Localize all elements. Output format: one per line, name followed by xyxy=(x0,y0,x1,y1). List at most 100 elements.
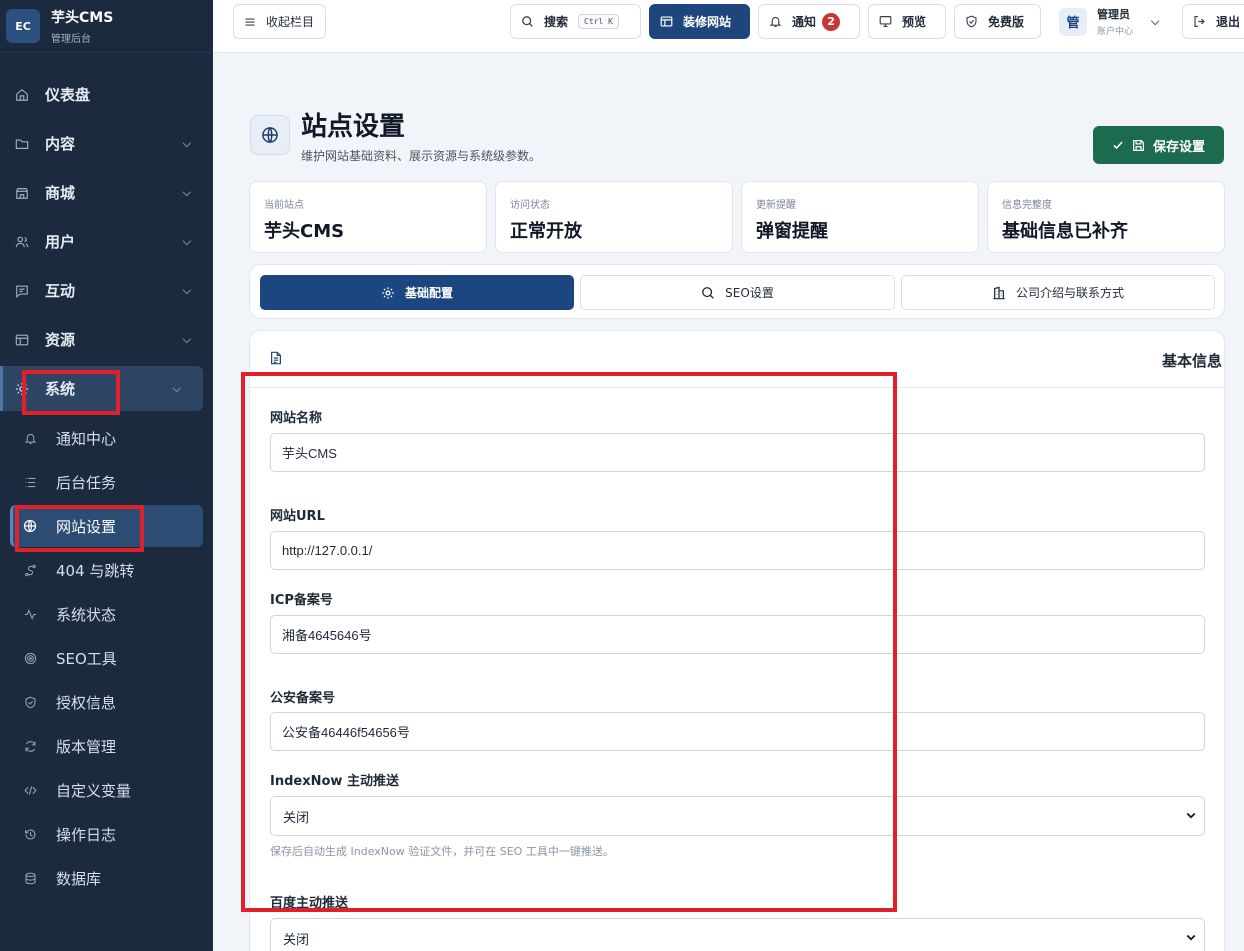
preview-button[interactable]: 预览 xyxy=(868,4,946,39)
monitor-icon xyxy=(879,15,892,28)
save-label: 保存设置 xyxy=(1152,139,1205,155)
stat-value: 弹窗提醒 xyxy=(756,221,828,242)
shield-icon xyxy=(22,694,38,710)
sidebar-item-dashboard[interactable]: 仪表盘 xyxy=(0,72,213,117)
sidebar-subitem-label: 通知中心 xyxy=(56,429,117,448)
target-icon xyxy=(22,650,38,666)
page-description: 维护网站基础资料、展示资源与系统级参数。 xyxy=(301,149,542,163)
site-name-label: 网站名称 xyxy=(270,411,323,426)
activity-icon xyxy=(22,606,38,622)
sidebar-item-label: 互动 xyxy=(45,282,76,300)
sidebar-item-store[interactable]: 商城 ⌵ xyxy=(0,170,213,215)
tab-basic[interactable]: 基础配置 xyxy=(260,275,574,310)
sun-icon xyxy=(13,380,31,398)
site-name-input[interactable] xyxy=(270,433,1205,472)
save-settings-button[interactable]: 保存设置 xyxy=(1093,126,1224,164)
brand-subtitle: 管理后台 xyxy=(51,34,91,45)
edition-label: 免费版 xyxy=(988,15,1025,29)
sidebar-item-system[interactable]: 系统 ⌵ xyxy=(0,366,203,411)
sidebar-item-label: 仪表盘 xyxy=(45,86,91,104)
baidu-push-label: 百度主动推送 xyxy=(270,896,349,911)
sidebar-item-label: 用户 xyxy=(45,233,76,251)
chevron-down-icon xyxy=(1185,809,1197,821)
decorate-site-button[interactable]: 装修网站 xyxy=(649,4,750,39)
edition-button[interactable]: 免费版 xyxy=(954,4,1041,39)
search-icon xyxy=(701,286,715,300)
sidebar-subitem-label: 自定义变量 xyxy=(56,781,132,800)
search-icon xyxy=(521,15,534,28)
chevron-down-icon: ⌵ xyxy=(182,234,191,248)
code-icon xyxy=(22,782,38,798)
layout-icon xyxy=(13,331,31,349)
save-icon xyxy=(1132,139,1145,152)
sidebar-subitem-site-settings[interactable]: 网站设置 xyxy=(10,505,203,547)
police-record-label: 公安备案号 xyxy=(270,691,336,706)
tab-company[interactable]: 公司介绍与联系方式 xyxy=(901,275,1215,310)
user-menu[interactable]: 管 管理员 账户中心 ⌵ xyxy=(1049,4,1176,39)
card-title: 基本信息 xyxy=(1161,352,1222,370)
indexnow-select[interactable]: 关闭 xyxy=(270,796,1205,836)
sidebar-subitem-versions[interactable]: 版本管理 xyxy=(10,725,203,767)
chevron-down-icon: ⌵ xyxy=(182,136,191,150)
notifications-label: 通知 xyxy=(792,15,817,29)
tab-label: 公司介绍与联系方式 xyxy=(1015,286,1124,300)
notifications-button[interactable]: 通知 2 xyxy=(758,4,860,39)
site-url-input[interactable] xyxy=(270,531,1205,570)
sidebar-subitem-seo-tools[interactable]: SEO工具 xyxy=(10,637,203,679)
sidebar-subitem-logs[interactable]: 操作日志 xyxy=(10,813,203,855)
sidebar-item-users[interactable]: 用户 ⌵ xyxy=(0,219,213,264)
gear-icon xyxy=(381,286,395,300)
chevron-down-icon: ⌵ xyxy=(172,381,181,395)
sidebar-subitem-variables[interactable]: 自定义变量 xyxy=(10,769,203,811)
sidebar-subitem-label: 后台任务 xyxy=(56,473,117,492)
avatar: 管 xyxy=(1059,7,1087,36)
logout-label: 退出 xyxy=(1216,15,1241,29)
history-icon xyxy=(22,826,38,842)
chevron-down-icon: ⌵ xyxy=(1151,14,1160,28)
check-icon xyxy=(1112,139,1124,151)
baidu-push-select[interactable]: 关闭 xyxy=(270,918,1205,951)
tab-seo[interactable]: SEO设置 xyxy=(580,275,895,310)
sidebar-item-content[interactable]: 内容 ⌵ xyxy=(0,121,213,166)
globe-icon xyxy=(250,115,290,155)
settings-tabs: 基础配置 SEO设置 公司介绍与联系方式 xyxy=(249,264,1225,319)
sidebar-subitem-database[interactable]: 数据库 xyxy=(10,857,203,899)
icp-label: ICP备案号 xyxy=(270,593,333,608)
police-record-input[interactable] xyxy=(270,712,1205,751)
bell-icon xyxy=(769,15,782,28)
logout-icon xyxy=(1193,15,1206,28)
sidebar-subitem-label: 授权信息 xyxy=(56,693,117,712)
sidebar-subitem-tasks[interactable]: 后台任务 xyxy=(10,461,203,503)
chevron-down-icon: ⌵ xyxy=(182,332,191,346)
sidebar-item-label: 商城 xyxy=(45,184,76,202)
stat-label: 信息完整度 xyxy=(1002,200,1052,211)
list-icon xyxy=(22,474,38,490)
route-icon xyxy=(22,562,38,578)
sidebar-subitem-license[interactable]: 授权信息 xyxy=(10,681,203,723)
collapse-sidebar-button[interactable]: 收起栏目 xyxy=(233,4,326,39)
tab-label: SEO设置 xyxy=(725,286,774,300)
sidebar-item-resources[interactable]: 资源 ⌵ xyxy=(0,317,213,362)
tab-label: 基础配置 xyxy=(404,286,453,300)
sidebar-subitem-label: SEO工具 xyxy=(56,649,117,668)
building-icon xyxy=(992,285,1006,300)
stat-value: 基础信息已补齐 xyxy=(1002,221,1128,242)
card-header: 基本信息 xyxy=(250,331,1224,388)
chevron-down-icon: ⌵ xyxy=(182,185,191,199)
sidebar-subitem-label: 网站设置 xyxy=(56,517,117,536)
page-title: 站点设置 xyxy=(301,112,406,142)
logout-button[interactable]: 退出 xyxy=(1182,4,1244,39)
notification-count-badge: 2 xyxy=(822,12,841,31)
layout-icon xyxy=(660,15,673,28)
sidebar-subitem-status[interactable]: 系统状态 xyxy=(10,593,203,635)
sidebar-subitem-redirects[interactable]: 404 与跳转 xyxy=(10,549,203,591)
site-url-label: 网站URL xyxy=(270,509,325,524)
brand[interactable]: EC 芋头CMS 管理后台 xyxy=(0,0,213,53)
search-label: 搜索 xyxy=(544,15,569,29)
sidebar-item-interact[interactable]: 互动 ⌵ xyxy=(0,268,213,313)
search-button[interactable]: 搜索 Ctrl K xyxy=(510,4,641,39)
sidebar-subitem-notify[interactable]: 通知中心 xyxy=(10,417,203,459)
preview-label: 预览 xyxy=(902,15,927,29)
stat-label: 访问状态 xyxy=(510,200,550,211)
icp-input[interactable] xyxy=(270,615,1205,654)
